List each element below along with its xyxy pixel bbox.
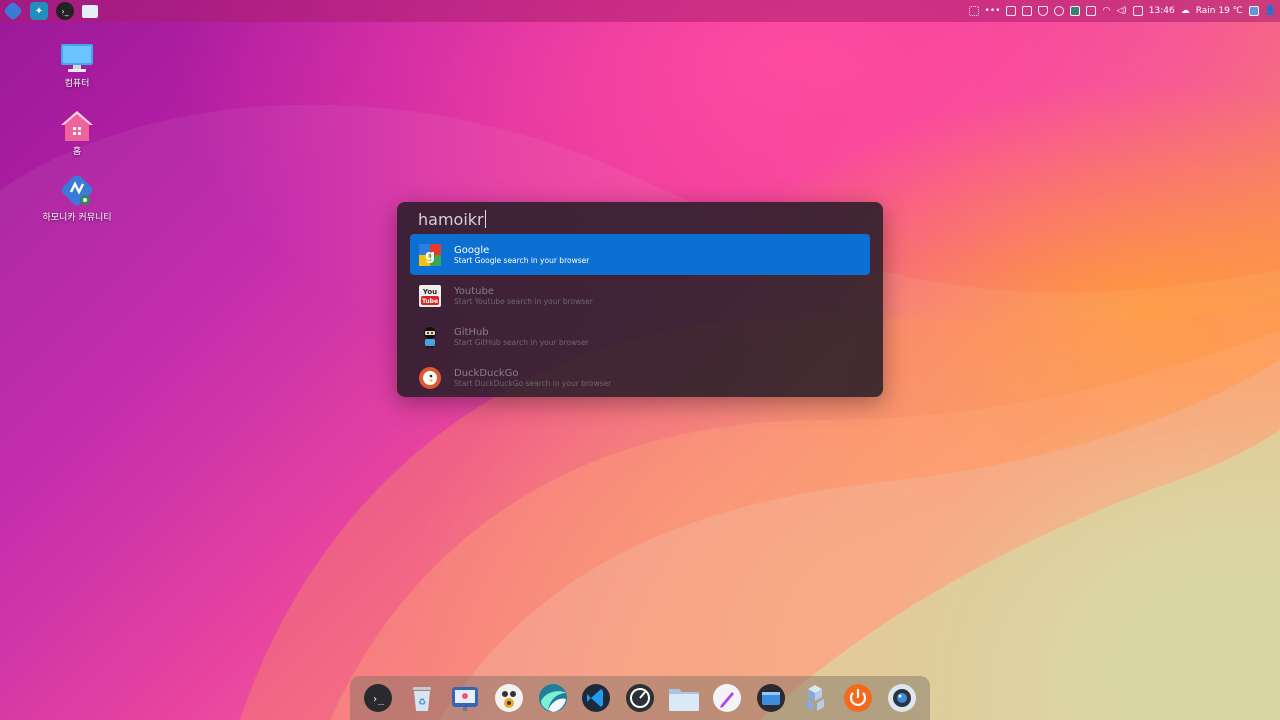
desktop-icon-computer[interactable]: 컴퓨터 [32,42,122,89]
harmonica-community-icon [61,176,93,206]
svg-text:♻: ♻ [417,698,425,708]
duckduckgo-icon [419,366,441,389]
dock-file-manager[interactable] [667,681,701,715]
terminal-icon: ›_ [363,684,392,712]
file-manager-icon [668,689,699,711]
keyboard-icon[interactable] [1006,6,1017,16]
user-icon[interactable]: 👤 [1265,6,1276,16]
google-icon: g [419,243,441,266]
result-name: Youtube [454,285,494,297]
text-editor-icon [713,684,742,712]
svg-text:›_: ›_ [372,694,385,705]
bluetooth-icon[interactable] [1054,6,1065,16]
webcam-icon [888,684,917,712]
system-tray: ••• ◠ ◁) 13:46 ☁ Rain 19 ℃ 👤 [968,6,1276,16]
dock-power[interactable] [841,681,875,715]
wifi-icon[interactable]: ◠ [1102,6,1110,16]
harmonica-logo-icon[interactable] [3,1,23,21]
text-caret [484,210,486,228]
desktop-icon-label: 컴퓨터 [64,79,90,89]
dock: ›_ ♻ [350,676,930,720]
bird-app-icon[interactable]: ✦ [30,2,48,20]
terminal-icon[interactable]: ›_ [56,2,74,20]
dock-screenshot[interactable] [754,681,788,715]
desktop-icon-label: 하모니카 커뮤니티 [42,213,112,223]
cube-app-icon [805,685,824,711]
dock-presentation[interactable] [448,681,482,715]
result-youtube[interactable]: You Tube Youtube Start Youtube search in… [410,275,870,316]
panel-launchers: ✦ ›_ [3,1,98,21]
dock-media-player[interactable] [492,681,526,715]
dock-cube-app[interactable] [798,681,832,715]
search-launcher: hamoikr g Google Start Google search in … [397,202,883,397]
result-description: Start Youtube search in your browser [454,296,593,306]
battery-icon[interactable] [1132,6,1143,16]
home-folder-icon [61,111,93,141]
presentation-icon [452,687,479,711]
volume-icon[interactable]: ◁) [1116,6,1126,16]
speedometer-icon [625,684,654,712]
dock-vscode[interactable] [579,681,613,715]
screenshot-icon [757,684,786,712]
dock-speedometer[interactable] [623,681,657,715]
desktop-icon-harmonica-community[interactable]: 하모니카 커뮤니티 [32,176,122,223]
dock-terminal[interactable]: ›_ [361,681,395,715]
network-icon[interactable] [1070,6,1081,16]
github-icon [424,326,436,348]
svg-text:g: g [425,248,435,264]
youtube-icon: You Tube [419,284,441,307]
trash-icon: ♻ [412,687,431,711]
apps-grid-icon[interactable] [968,6,979,16]
svg-text:You: You [422,288,437,296]
launcher-search-input[interactable]: hamoikr [418,206,858,232]
desktop-icon-home[interactable]: 홈 [32,110,122,157]
weather[interactable]: Rain 19 ℃ [1196,6,1243,16]
dock-browser[interactable] [536,681,570,715]
display-icon[interactable] [1086,6,1097,16]
folder-icon[interactable] [82,4,98,18]
result-google[interactable]: g Google Start Google search in your bro… [410,234,870,275]
more-icon[interactable]: ••• [985,6,1001,16]
shield-icon[interactable] [1038,6,1049,16]
screen-icon[interactable] [1248,6,1259,16]
result-description: Start Google search in your browser [454,255,590,265]
result-description: Start GitHub search in your browser [454,337,589,347]
computer-icon [61,44,93,72]
dock-webcam[interactable] [885,681,919,715]
result-name: GitHub [454,326,489,338]
search-query: hamoikr [418,209,484,229]
result-description: Start DuckDuckGo search in your browser [454,378,612,388]
dock-text-editor[interactable] [710,681,744,715]
desktop-icon-label: 홈 [72,147,82,157]
media-player-icon [494,684,523,712]
result-name: Google [454,244,490,256]
result-github[interactable]: GitHub Start GitHub search in your brows… [410,316,870,357]
vscode-icon [582,684,611,712]
clock[interactable]: 13:46 [1149,6,1175,16]
cloud-icon: ☁ [1180,6,1190,16]
result-name: DuckDuckGo [454,367,519,379]
power-icon [844,684,873,712]
clipboard-icon[interactable] [1022,6,1033,16]
svg-text:Tube: Tube [422,298,438,305]
browser-icon [538,684,567,712]
result-duckduckgo[interactable]: DuckDuckGo Start DuckDuckGo search in yo… [410,357,870,398]
dock-trash[interactable]: ♻ [405,681,439,715]
top-panel: ✦ ›_ ••• ◠ ◁) 13:46 ☁ Rain 19 ℃ 👤 [0,0,1280,22]
